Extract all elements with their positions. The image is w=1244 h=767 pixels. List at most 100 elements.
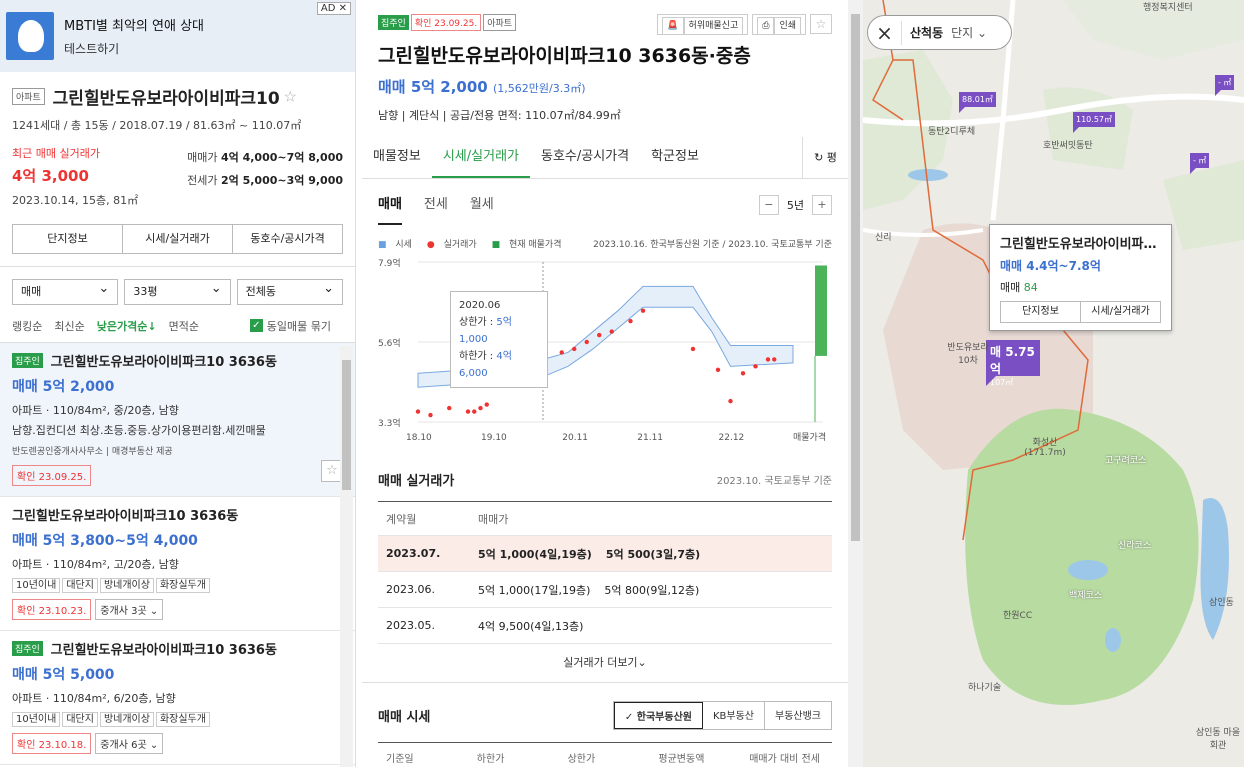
unit-price-button[interactable]: 동호수/공시가격 [233, 225, 342, 253]
building-select[interactable]: 전체동 [236, 277, 343, 305]
deal-point [690, 346, 696, 352]
tab-listing-info[interactable]: 매물정보 [362, 137, 432, 178]
map-label: 화성산 (171.7m) [1024, 438, 1066, 458]
y-tick-label: 3.3억 [378, 417, 401, 429]
chart-tooltip: 2020.06 상한가 : 5억1,000 하한가 : 4억6,000 [450, 291, 548, 388]
tab-school[interactable]: 학군정보 [640, 137, 710, 178]
print-button[interactable]: ⎙ 인쇄 [752, 14, 806, 35]
listing-price: 매매 5억 5,000 [12, 667, 115, 683]
complex-buttons: 단지정보 시세/실거래가 동호수/공시가격 [12, 224, 343, 254]
listing-spec: 아파트 · 110/84m², 6/20층, 남향 [12, 692, 176, 705]
sort-low-price[interactable]: 낮은가격순↓ [97, 318, 157, 334]
deal-point [740, 371, 746, 376]
deal-point [715, 367, 721, 373]
listing-desc: 남향.집컨디션 최상.초등.중등.상가이용편리함.세낀매물 [12, 424, 266, 437]
more-deals-button[interactable]: 실거래가 더보기⌄ [362, 654, 848, 683]
map-marker[interactable]: 88.01㎡ [959, 92, 996, 113]
list-item[interactable]: 그린힐반도유보라아이비파크10 3636동 매매 5억 3,800~5억 4,0… [0, 497, 355, 631]
type-tag: 아파트 [483, 14, 517, 31]
source-kb[interactable]: KB부동산 [703, 702, 765, 729]
x-tick-label: 20.11 [562, 433, 588, 443]
close-icon[interactable]: × [868, 20, 902, 45]
map-marker[interactable]: - ㎡ [1190, 153, 1210, 174]
listing-title: 그린힐반도유보라아이비파크10 3636동 [50, 355, 277, 370]
sort-latest[interactable]: 최신순 [54, 318, 84, 334]
map-search-box[interactable]: × 산척동 단지 ⌄ [867, 15, 1012, 50]
favorite-star-icon[interactable]: ☆ [283, 88, 296, 106]
plus-button[interactable]: + [812, 195, 832, 215]
sort-area[interactable]: 면적순 [169, 318, 199, 334]
detail-title: 그린힐반도유보라아이비파크10 3636동·중층 [378, 45, 751, 67]
complex-name: 그린힐반도유보라아이비파크10 [52, 89, 280, 109]
confirm-date: 확인 23.10.23. [12, 599, 92, 620]
deal-point [584, 339, 589, 345]
popup-info-button[interactable]: 단지정보 [1001, 302, 1081, 322]
map-marker[interactable]: - ㎡ [1215, 75, 1235, 96]
siren-icon: 🚨 [662, 17, 684, 35]
selected-complex-marker[interactable]: 매 5.75억 107㎡ [986, 340, 1040, 387]
map-dong-label[interactable]: 산척동 [902, 24, 951, 41]
listing-title: 그린힐반도유보라아이비파크10 3636동 [12, 509, 239, 524]
favorite-star-icon[interactable]: ☆ [810, 14, 832, 34]
source-bank[interactable]: 부동산뱅크 [765, 702, 831, 729]
detail-tabs: 매물정보 시세/실거래가 동호수/공시가격 학군정보 ↻ 평 [362, 137, 848, 179]
report-button[interactable]: 🚨 허위매물신고 [657, 14, 749, 35]
price-history-button[interactable]: 시세/실거래가 [123, 225, 233, 253]
ad-close-button[interactable]: AD ✕ [316, 2, 351, 15]
list-item[interactable]: 집주인 그린힐반도유보라아이비파크10 3636동 매매 5억 2,000 아파… [0, 343, 355, 497]
listing-spec: 아파트 · 110/84m², 중/20층, 남향 [12, 404, 179, 417]
legend-deal: ● 실거래가 [426, 240, 477, 250]
complex-header: 아파트 그린힐반도유보라아이비파크10 ☆ 1241세대 / 총 15동 / 2… [0, 72, 355, 208]
list-item[interactable]: 집주인 그린힐반도유보라아이비파크10 3636동 매매 5억 5,000 아파… [0, 631, 355, 765]
checkbox-checked-icon[interactable]: ✓ [249, 319, 263, 332]
deal-point [465, 409, 471, 414]
map-label: 삼인동 [1209, 598, 1234, 608]
detail-panel: 집주인 확인 23.09.25. 아파트 🚨 허위매물신고 ⎙ 인쇄 ☆ 그린힐반도유보… [362, 0, 848, 767]
ad-title: MBTI별 최악의 연애 상대 [64, 19, 204, 34]
list-scrollbar[interactable] [340, 346, 353, 767]
deal-point [428, 412, 433, 418]
detail-scrollbar[interactable] [848, 0, 863, 767]
subtab-sale[interactable]: 매매 [378, 185, 402, 225]
deal-point [765, 357, 771, 362]
group-same-listing-toggle[interactable]: ✓ 동일매물 묶기 [249, 318, 343, 334]
deal-point [728, 398, 733, 404]
complex-info-button[interactable]: 단지정보 [13, 225, 123, 253]
subtab-jeonse[interactable]: 전세 [424, 185, 448, 225]
map-marker[interactable]: 110.57㎡ [1073, 112, 1115, 133]
popup-count: 매매 84 [1000, 281, 1038, 294]
map-view[interactable]: × 산척동 단지 ⌄ 88.01㎡ 110.57㎡ - ㎡ - ㎡ 매 5.75… [863, 0, 1244, 767]
agent-count-button[interactable]: 중개사 6곳 ⌄ [95, 733, 164, 754]
map-type-select[interactable]: 단지 ⌄ [951, 24, 987, 41]
x-tick-label: 매물가격 [793, 431, 826, 443]
listing-agent: 반도렌공인중개사사무소 | 매경부동산 제공 [12, 447, 173, 457]
pyeong-toggle[interactable]: ↻ 평 [802, 137, 848, 179]
table-row: 2023.06. 5억 1,000(17일,19층) 5억 800(9일,12층… [378, 572, 832, 608]
confirm-date: 확인 23.10.18. [12, 733, 92, 754]
ad-banner[interactable]: MBTI별 최악의 연애 상대 테스트하기 AD ✕ [0, 0, 355, 72]
listing-panel: MBTI별 최악의 연애 상대 테스트하기 AD ✕ 아파트 그린힐반도유보라아… [0, 0, 356, 767]
tab-unit-price[interactable]: 동호수/공시가격 [530, 137, 640, 178]
y-tick-label: 5.6억 [378, 337, 401, 349]
source-kab[interactable]: ✓ 한국부동산원 [613, 702, 703, 729]
period-control: − 5년 + [758, 195, 832, 215]
x-tick-label: 22.12 [719, 433, 745, 443]
x-tick-label: 19.10 [481, 433, 507, 443]
x-tick-label: 18.10 [406, 433, 432, 443]
sort-ranking[interactable]: 랭킹순 [12, 318, 42, 334]
minus-button[interactable]: − [758, 195, 779, 215]
area-select[interactable]: 33평 [124, 277, 231, 305]
deal-point [472, 409, 477, 414]
complex-popup[interactable]: 그린힐반도유보라아이비파크10 매매 4.4억~7.8억 매매 84 단지정보 … [989, 224, 1172, 331]
market-table-header: 기준일 하한가 상한가 평균변동액 매매가 대비 전세 [378, 742, 832, 767]
listing-price: 매매 5억 3,800~5억 4,000 [12, 533, 198, 549]
trade-type-select[interactable]: 매매 [12, 277, 119, 305]
popup-price-button[interactable]: 시세/실거래가 [1081, 302, 1160, 322]
tab-price-history[interactable]: 시세/실거래가 [431, 137, 530, 178]
deal-point [559, 350, 564, 355]
price-chart-svg: 7.9억 5.6억 3.3억 18.10 19.10 20.11 21.11 22.12 매물가… [378, 257, 827, 443]
sort-bar: 랭킹순 최신순 낮은가격순↓ 면적순 ✓ 동일매물 묶기 [0, 309, 355, 343]
subtab-monthly[interactable]: 월세 [470, 185, 494, 225]
price-chart[interactable]: 7.9억 5.6억 3.3억 18.10 19.10 20.11 21.11 22.12 매물가… [378, 254, 834, 444]
agent-count-button[interactable]: 중개사 3곳 ⌄ [95, 599, 164, 620]
